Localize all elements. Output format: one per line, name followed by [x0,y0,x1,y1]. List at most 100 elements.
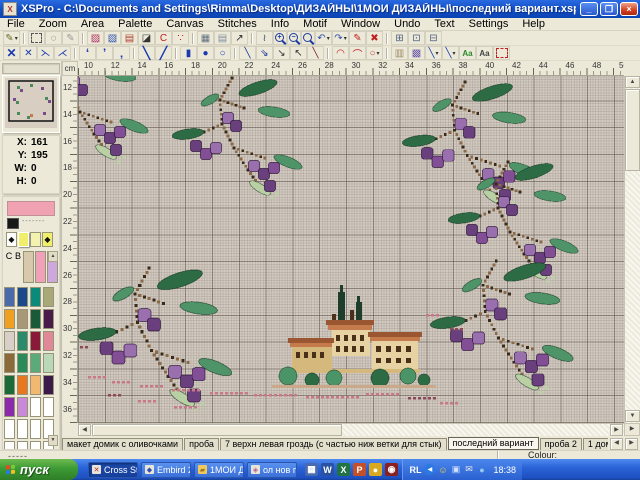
tab-scroll-left-button[interactable]: ◀ [610,438,623,450]
restore-button[interactable]: ❐ [600,2,618,16]
redo-button[interactable]: ↷▾ [332,31,349,45]
palette-scroll-down[interactable]: ▼ [48,435,58,446]
bead-tool[interactable]: ○ [214,46,231,60]
tab-scroll-right-button[interactable]: ▶ [625,438,638,450]
line-style-tool[interactable]: ╲▾ [425,46,442,60]
menu-info[interactable]: Info [264,18,296,30]
motif-paste-tool[interactable]: ▧ [104,31,121,45]
clipboard-paste-button[interactable]: ⊟ [425,31,442,45]
circle-tool[interactable]: ○▾ [366,46,383,60]
sheet-tab-0[interactable]: макет домик с оливочками [62,438,183,450]
quicklaunch-powerpoint-icon[interactable]: P [353,463,366,476]
menu-canvas[interactable]: Canvas [159,18,210,30]
palette-scroll-up[interactable]: ▲ [48,251,58,262]
select-lasso-tool[interactable]: ◌ [45,31,62,45]
tray-network-icon[interactable]: ● [476,464,487,475]
palette-swatch[interactable] [43,287,54,307]
palette-swatch[interactable] [30,375,41,395]
quicklaunch-red-icon[interactable]: ◉ [385,463,398,476]
menu-palette[interactable]: Palette [111,18,159,30]
palette-swatch[interactable] [4,419,15,439]
horizontal-scroll-thumb[interactable] [92,424,342,436]
undo-button[interactable]: ↶▾ [315,31,332,45]
french-knot-tool[interactable]: ● [197,46,214,60]
design-canvas[interactable] [78,76,624,423]
fabric-tool[interactable]: ▥ [391,46,408,60]
palette-swatch[interactable] [30,397,41,417]
palette-swatch[interactable] [4,375,15,395]
vertical-stitch-tool[interactable]: ▮ [180,46,197,60]
menu-area[interactable]: Area [74,18,111,30]
vertical-scroll-thumb[interactable] [625,89,640,171]
dropdown-arrow-icon[interactable]: ▾ [377,50,380,57]
pen-edit-tool[interactable]: ✎ [349,31,366,45]
sheet-tab-4[interactable]: проба 2 [540,438,582,450]
menu-stitches[interactable]: Stitches [211,18,264,30]
three-quarter-stitch-tool-3[interactable]: ⋌ [54,46,71,60]
palette-swatch[interactable] [30,419,41,439]
palette-swatch[interactable] [43,309,54,329]
tray-app1-icon[interactable]: ▣ [450,464,461,475]
zoom-in-tool[interactable]: + [273,31,287,45]
dropdown-arrow-icon[interactable]: ▾ [344,35,347,42]
select-rect-tool[interactable] [28,31,45,45]
scrollbar-corner-button[interactable]: ▶ [624,423,640,436]
menu-window[interactable]: Window [334,18,387,30]
palette-swatch[interactable] [17,419,28,439]
zoom-area-tool[interactable] [301,31,315,45]
dropdown-arrow-icon[interactable]: ▾ [15,35,18,42]
palette-swatch[interactable] [43,353,54,373]
quarter-stitch-tool-2[interactable]: ʼ [96,46,113,60]
palette-header-swatch-1[interactable] [35,251,46,283]
black-color-swatch[interactable] [7,218,19,229]
dropdown-arrow-icon[interactable]: ▾ [453,50,456,57]
palette-swatch[interactable] [43,397,54,417]
backstitch-tool-5[interactable]: ╲ [307,46,324,60]
three-quarter-stitch-tool-1[interactable]: ✕ [20,46,37,60]
palette-swatch[interactable] [17,331,28,351]
menu-motif[interactable]: Motif [296,18,334,30]
palette-swatch[interactable] [30,287,41,307]
mini-swatch-3[interactable]: ◆ [42,232,53,247]
menu-undo[interactable]: Undo [387,18,427,30]
thread-tool[interactable]: ≀ [256,31,273,45]
half-stitch-fwd-tool[interactable]: ╱ [155,46,172,60]
scroll-left-button[interactable]: ◀ [78,424,91,436]
close-button[interactable]: × [620,2,638,16]
mini-swatch-1[interactable] [18,232,29,247]
backstitch-tool-2[interactable]: ⇘ [256,46,273,60]
quicklaunch-yellow-icon[interactable]: ● [369,463,382,476]
palette-swatch[interactable] [30,441,41,450]
quarter-stitch-tool-3[interactable]: ‚ [113,46,130,60]
horizontal-scrollbar[interactable]: ◀ ▶ [78,423,624,436]
select-brush-tool[interactable]: ✎ [62,31,79,45]
palette-swatch[interactable] [4,287,15,307]
export-image-tool[interactable]: ▤ [214,31,231,45]
motif-copy-tool[interactable]: ▨ [87,31,104,45]
sheet-tab-3[interactable]: последний вариант [448,437,539,450]
palette-tool[interactable]: ▩ [408,46,425,60]
pointer-arrow-tool[interactable]: ↗ [231,31,248,45]
selection-export-tool[interactable] [493,46,510,60]
vertical-scrollbar[interactable]: ▲ ▼ [624,76,640,423]
sheet-tab-2[interactable]: 7 верхн левая гроздь (с частью ниж ветки… [220,438,447,450]
clipboard-copy-button[interactable]: ⊞ [391,31,408,45]
palette-header-swatch-0[interactable] [23,251,34,283]
taskbar-item-0[interactable]: ✕Cross Sti... [88,462,138,478]
rotate-tool[interactable]: C [155,31,172,45]
text-tool-serif[interactable]: Aa [459,46,476,60]
tray-app2-icon[interactable]: ✉ [463,464,474,475]
taskbar-item-2[interactable]: ▰1МОИ Д... [194,462,244,478]
mini-swatch-2[interactable] [30,232,41,247]
minimize-button[interactable]: _ [580,2,598,16]
scroll-right-button[interactable]: ▶ [610,424,623,436]
palette-swatch[interactable] [4,441,15,450]
dropdown-arrow-icon[interactable]: ▾ [436,50,439,57]
quicklaunch-word-icon[interactable]: W [321,463,334,476]
zoom-out-tool[interactable]: − [287,31,301,45]
motif-mirror-tool[interactable]: ◪ [138,31,155,45]
backstitch-tool-4[interactable]: ↖ [290,46,307,60]
quicklaunch-excel-icon[interactable]: X [337,463,350,476]
palette-swatch[interactable] [30,331,41,351]
start-button[interactable]: пуск [0,459,78,480]
